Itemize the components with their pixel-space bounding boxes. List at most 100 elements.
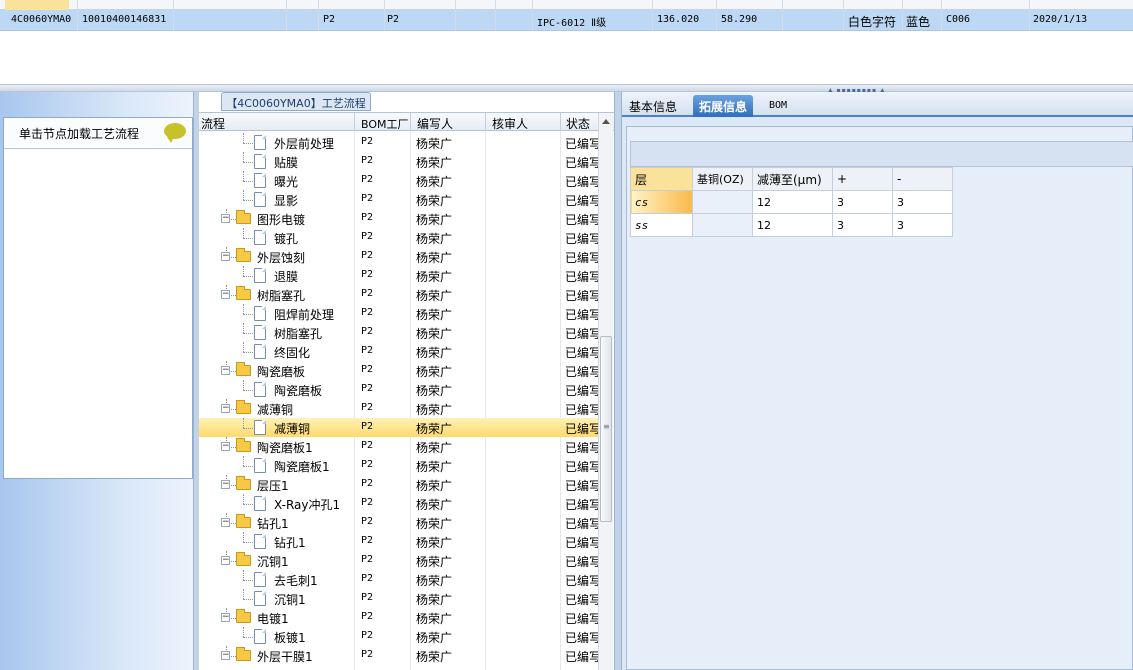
top-grid-selected-row[interactable]: 4C0060YMA0 10010400146831 P2 P2 IPC-6012… <box>0 10 1133 31</box>
collapse-toggle-icon[interactable]: − <box>221 366 230 375</box>
collapse-toggle-icon[interactable]: − <box>221 252 230 261</box>
column-header-status[interactable]: 状态 <box>566 115 590 132</box>
node-label: 电镀1 <box>257 612 289 626</box>
tree-connector-line <box>243 428 253 429</box>
tree-folder-row[interactable]: − 陶瓷磨板1 P2 杨荣广 已编写 <box>199 437 599 456</box>
node-author: 杨荣广 <box>416 517 453 531</box>
cell-thin[interactable]: 12 <box>752 190 833 214</box>
document-icon <box>254 420 266 435</box>
tree-node-row[interactable]: 曝光 P2 杨荣广 已编写 <box>199 171 599 190</box>
cell-c2: P2 <box>387 14 400 25</box>
cell-minus[interactable]: 3 <box>892 190 953 214</box>
tree-node-row[interactable]: 减薄铜 P2 杨荣广 已编写 <box>199 418 599 437</box>
node-author: 杨荣广 <box>416 498 453 512</box>
tree-node-row[interactable]: 贴膜 P2 杨荣广 已编写 <box>199 152 599 171</box>
tree-folder-row[interactable]: − 陶瓷磨板 P2 杨荣广 已编写 <box>199 361 599 380</box>
grid-divider <box>652 0 653 31</box>
cell-v1: 136.020 <box>657 14 700 25</box>
node-author: 杨荣广 <box>416 308 453 322</box>
tree-node-row[interactable]: 陶瓷磨板1 P2 杨荣广 已编写 <box>199 456 599 475</box>
collapse-toggle-icon[interactable]: − <box>221 290 230 299</box>
folder-icon <box>236 609 251 623</box>
tree-node-row[interactable]: 板镀1 P2 杨荣广 已编写 <box>199 627 599 646</box>
cell-plus[interactable]: 3 <box>832 190 893 214</box>
header-base-copper[interactable]: 基铜(OZ) <box>692 167 753 191</box>
tree-node-row[interactable]: 钻孔1 P2 杨荣广 已编写 <box>199 532 599 551</box>
header-layer[interactable]: 层 <box>630 167 693 191</box>
collapse-toggle-icon[interactable]: − <box>221 214 230 223</box>
collapse-toggle-icon[interactable]: − <box>221 613 230 622</box>
document-icon <box>254 496 266 511</box>
scroll-up-icon[interactable] <box>602 119 610 124</box>
table-row[interactable]: cs 12 3 3 <box>630 190 953 214</box>
tree-node-row[interactable]: 沉铜1 P2 杨荣广 已编写 <box>199 589 599 608</box>
header-plus[interactable]: + <box>832 167 893 191</box>
tree-node-row[interactable]: 镀孔 P2 杨荣广 已编写 <box>199 228 599 247</box>
tree-folder-row[interactable]: − 沉铜1 P2 杨荣广 已编写 <box>199 551 599 570</box>
cell-base[interactable] <box>692 190 753 214</box>
tree-node-row[interactable]: 树脂塞孔 P2 杨荣广 已编写 <box>199 323 599 342</box>
collapse-toggle-icon[interactable]: − <box>221 556 230 565</box>
node-bom: P2 <box>361 592 374 603</box>
tab-extended-info[interactable]: 拓展信息 <box>693 95 754 117</box>
cell-layer[interactable]: cs <box>630 190 693 214</box>
horizontal-splitter[interactable]: ▲ ▪▪▪▪▪▪▪▪ ▲ <box>0 84 1133 94</box>
tree-node-row[interactable]: 陶瓷磨板 P2 杨荣广 已编写 <box>199 380 599 399</box>
header-thin-to[interactable]: 减薄至(μm) <box>752 167 833 191</box>
collapse-toggle-icon[interactable]: − <box>221 651 230 660</box>
tree-node-row[interactable]: 终固化 P2 杨荣广 已编写 <box>199 342 599 361</box>
cell-plus[interactable]: 3 <box>832 213 893 237</box>
column-header-flow[interactable]: 流程 <box>201 115 225 132</box>
tree-node-row[interactable]: 退膜 P2 杨荣广 已编写 <box>199 266 599 285</box>
load-flow-panel[interactable]: 单击节点加载工艺流程 <box>3 117 193 479</box>
grid-divider <box>77 0 78 31</box>
header-minus[interactable]: - <box>892 167 953 191</box>
tree-folder-row[interactable]: − 外层蚀刻 P2 杨荣广 已编写 <box>199 247 599 266</box>
node-label: 曝光 <box>274 175 299 189</box>
tree-folder-row[interactable]: − 树脂塞孔 P2 杨荣广 已编写 <box>199 285 599 304</box>
tree-node-row[interactable]: 阻焊前处理 P2 杨荣广 已编写 <box>199 304 599 323</box>
grid-divider <box>843 0 844 31</box>
tree-node-row[interactable]: 显影 P2 杨荣广 已编写 <box>199 190 599 209</box>
grid-divider <box>173 0 174 31</box>
table-row[interactable]: ss 12 3 3 <box>630 213 953 237</box>
tree-node-row[interactable]: X-Ray冲孔1 P2 杨荣广 已编写 <box>199 494 599 513</box>
column-header-reviewer[interactable]: 核审人 <box>492 115 528 132</box>
tree-folder-row[interactable]: − 图形电镀 P2 杨荣广 已编写 <box>199 209 599 228</box>
tree-vertical-scrollbar[interactable]: ≡ <box>598 113 613 670</box>
tree-node-row[interactable]: 外层前处理 P2 杨荣广 已编写 <box>199 133 599 152</box>
tab-bom[interactable]: BOM <box>763 95 793 117</box>
tree-folder-row[interactable]: − 钻孔1 P2 杨荣广 已编写 <box>199 513 599 532</box>
collapse-toggle-icon[interactable]: − <box>221 480 230 489</box>
node-label: 镀孔 <box>274 232 299 246</box>
node-label: 外层蚀刻 <box>257 251 306 265</box>
node-status: 已编写 <box>565 631 599 645</box>
cell-base[interactable] <box>692 213 753 237</box>
node-author: 杨荣广 <box>416 593 453 607</box>
tab-basic-info[interactable]: 基本信息 <box>623 95 683 117</box>
tree-folder-row[interactable]: − 电镀1 P2 杨荣广 已编写 <box>199 608 599 627</box>
tree-folder-row[interactable]: − 层压1 P2 杨荣广 已编写 <box>199 475 599 494</box>
node-author: 杨荣广 <box>416 403 453 417</box>
node-status: 已编写 <box>565 384 599 398</box>
node-status: 已编写 <box>565 479 599 493</box>
middle-collapse-bar[interactable] <box>614 92 622 670</box>
column-header-author[interactable]: 编写人 <box>417 115 453 132</box>
cell-minus[interactable]: 3 <box>892 213 953 237</box>
load-flow-header[interactable]: 单击节点加载工艺流程 <box>4 118 192 149</box>
collapse-toggle-icon[interactable]: − <box>221 442 230 451</box>
tree-node-row[interactable]: 去毛刺1 P2 杨荣广 已编写 <box>199 570 599 589</box>
node-author: 杨荣广 <box>416 137 453 151</box>
scroll-thumb[interactable]: ≡ <box>600 336 612 522</box>
cell-layer[interactable]: ss <box>630 213 693 237</box>
node-author: 杨荣广 <box>416 327 453 341</box>
column-header-bom[interactable]: BOM工厂 <box>361 116 409 132</box>
tree-folder-row[interactable]: − 外层干膜1 P2 杨荣广 已编写 <box>199 646 599 665</box>
node-author: 杨荣广 <box>416 251 453 265</box>
collapse-toggle-icon[interactable]: − <box>221 518 230 527</box>
collapse-toggle-icon[interactable]: − <box>221 404 230 413</box>
cell-thin[interactable]: 12 <box>752 213 833 237</box>
document-icon <box>254 306 266 321</box>
tree-folder-row[interactable]: − 减薄铜 P2 杨荣广 已编写 <box>199 399 599 418</box>
tree-connector-line <box>243 599 253 600</box>
